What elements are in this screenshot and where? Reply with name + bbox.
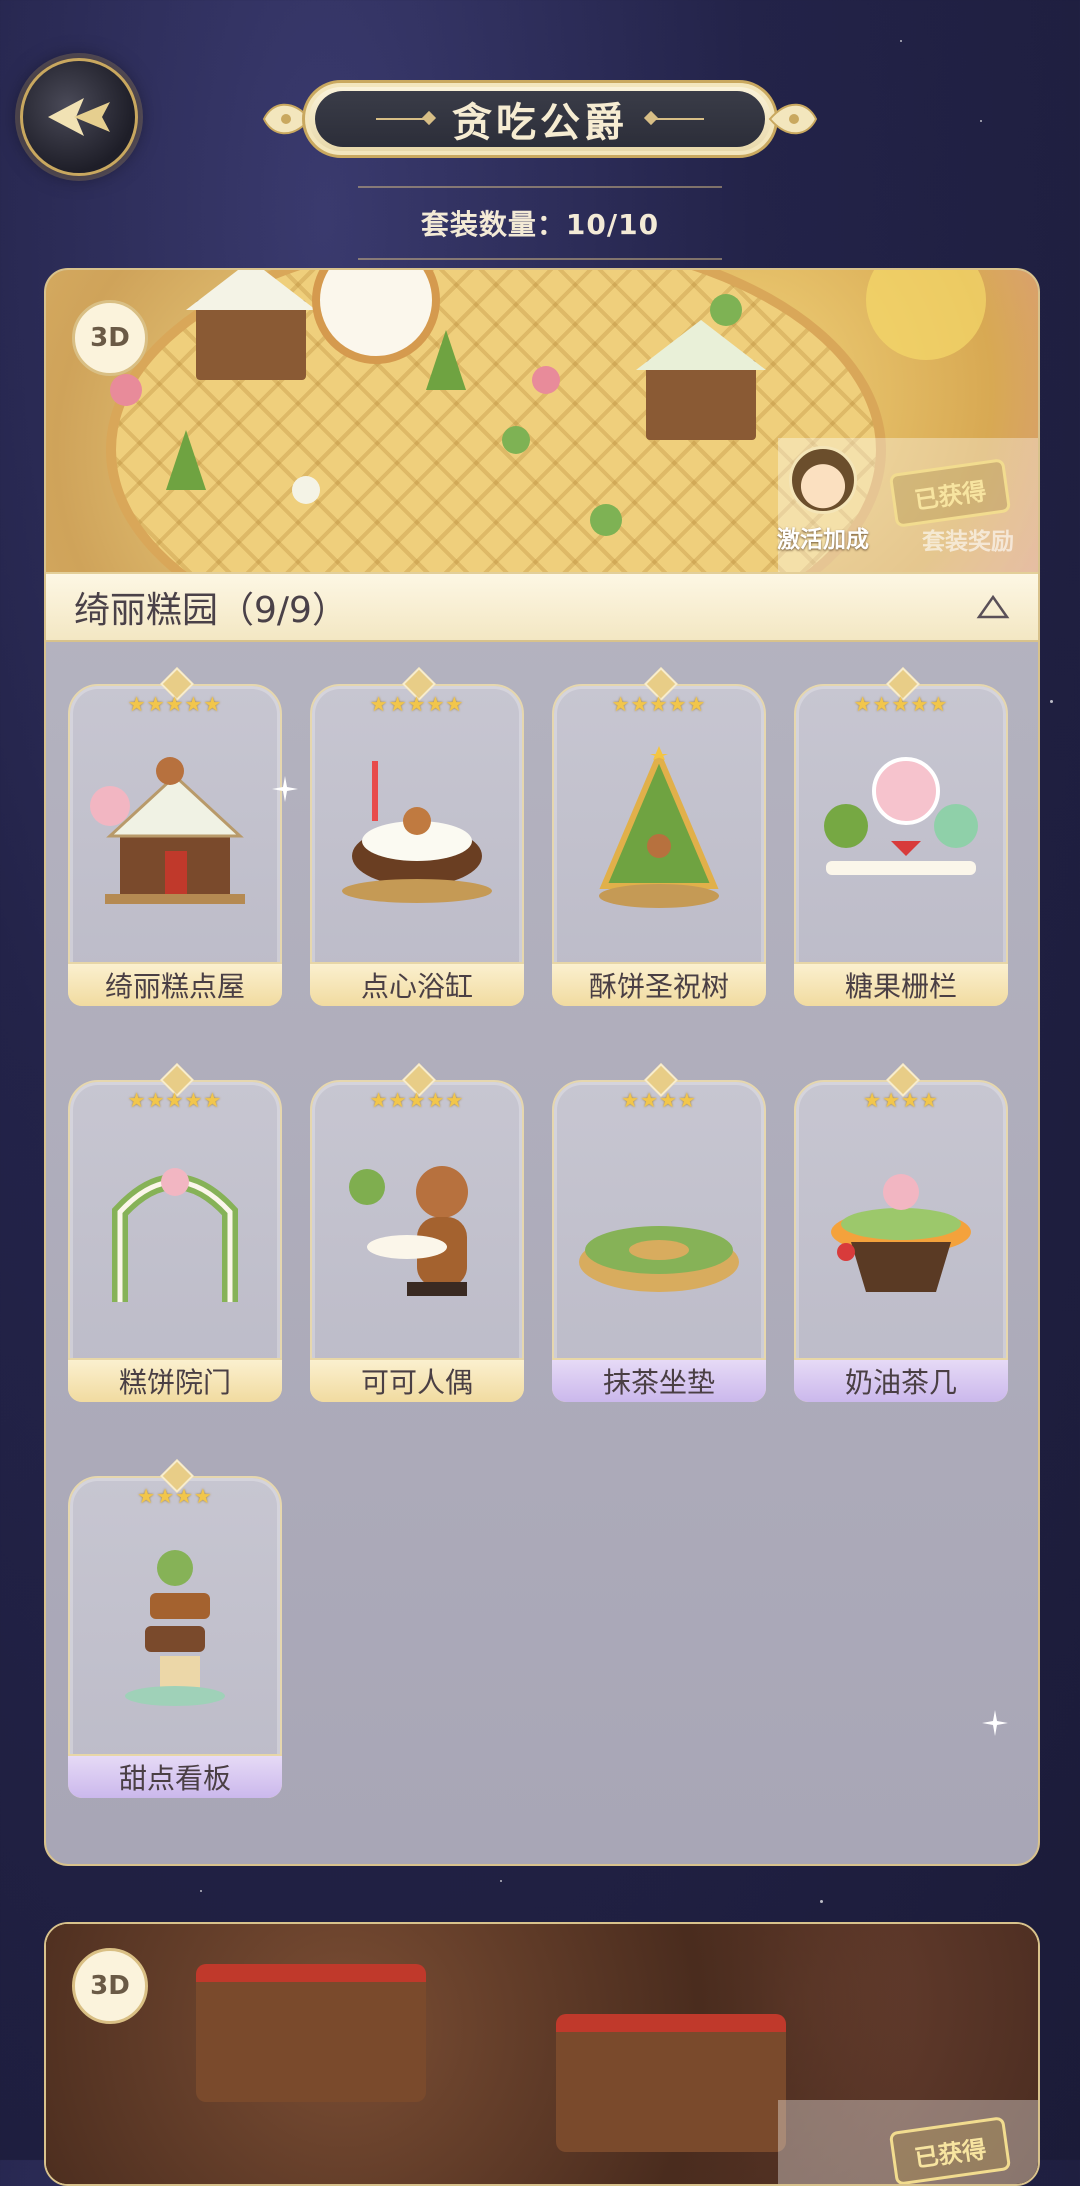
item-name: 甜点看板 bbox=[68, 1754, 282, 1798]
collapse-triangle-icon[interactable] bbox=[976, 594, 1010, 620]
sparkle-icon bbox=[272, 776, 298, 802]
matcha-cushion-icon bbox=[579, 1226, 739, 1292]
back-arrow-icon bbox=[48, 98, 110, 136]
back-button[interactable] bbox=[20, 58, 138, 176]
rating-stars: ★★★★ bbox=[621, 1088, 697, 1112]
cookie-gate-icon bbox=[112, 1168, 238, 1302]
item-name: 可可人偶 bbox=[310, 1358, 524, 1402]
page-title: 贪吃公爵 bbox=[452, 100, 628, 146]
cookie-tree-icon bbox=[599, 746, 719, 908]
item-card[interactable]: ★★★★★ 可可人偶 bbox=[310, 1062, 524, 1402]
rating-stars: ★★★★★ bbox=[127, 692, 223, 716]
set-count-text: 套装数量：10/10 bbox=[358, 186, 722, 260]
item-card[interactable]: ★★★★★ 糕饼院门 bbox=[68, 1062, 282, 1402]
rating-stars: ★★★★★ bbox=[853, 692, 949, 716]
candy-fence-icon bbox=[824, 757, 978, 875]
character-avatar-icon bbox=[789, 446, 857, 514]
gingerbread-house-icon bbox=[90, 757, 245, 904]
rating-stars: ★★★★★ bbox=[611, 692, 707, 716]
rating-stars: ★★★★ bbox=[137, 1484, 213, 1508]
item-card[interactable]: ★★★★ 甜点看板 bbox=[68, 1458, 282, 1798]
item-card[interactable]: ★★★★★ 糖果栅栏 bbox=[794, 666, 1008, 1006]
suit-name: 绮丽糕园（9/9） bbox=[74, 590, 348, 631]
item-name: 糖果栅栏 bbox=[794, 962, 1008, 1006]
item-name: 奶油茶几 bbox=[794, 1358, 1008, 1402]
item-card[interactable]: ★★★★★ 绮丽糕点屋 bbox=[68, 666, 282, 1006]
dessert-signboard-icon bbox=[125, 1550, 225, 1706]
suit-card: 3D 已获得 bbox=[44, 1922, 1040, 2186]
rating-stars: ★★★★★ bbox=[369, 1088, 465, 1112]
suit-reward-label: 套装奖励 bbox=[922, 529, 1014, 555]
cream-tea-table-icon bbox=[831, 1174, 971, 1292]
item-name: 绮丽糕点屋 bbox=[68, 962, 282, 1006]
rating-stars: ★★★★ bbox=[863, 1088, 939, 1112]
activate-bonus-button[interactable]: 激活加成 bbox=[768, 446, 878, 554]
item-card[interactable]: ★★★★ 抹茶坐垫 bbox=[552, 1062, 766, 1402]
item-name: 酥饼圣祝树 bbox=[552, 962, 766, 1006]
item-name: 抹茶坐垫 bbox=[552, 1358, 766, 1402]
rating-stars: ★★★★★ bbox=[369, 692, 465, 716]
item-grid: ★★★★★ 绮丽糕点屋 ★★★★★ 点心浴缸 ★★★★★ 酥饼圣祝树 ★★★★★… bbox=[46, 642, 1038, 1798]
item-card[interactable]: ★★★★ 奶油茶几 bbox=[794, 1062, 1008, 1402]
item-name: 点心浴缸 bbox=[310, 962, 524, 1006]
3d-view-button[interactable]: 3D bbox=[72, 300, 148, 376]
item-card[interactable]: ★★★★★ 点心浴缸 bbox=[310, 666, 524, 1006]
sparkle-icon bbox=[982, 1710, 1008, 1736]
title-banner: 贪吃公爵 bbox=[262, 80, 818, 158]
item-card[interactable]: ★★★★★ 酥饼圣祝树 bbox=[552, 666, 766, 1006]
3d-view-button[interactable]: 3D bbox=[72, 1948, 148, 2024]
suit-card: 3D 激活加成 已获得 套装奖励 绮丽糕园（9/9） ★★★★★ 绮丽糕点屋 ★… bbox=[44, 268, 1040, 1866]
suit-name-bar[interactable]: 绮丽糕园（9/9） bbox=[46, 572, 1038, 642]
item-name: 糕饼院门 bbox=[68, 1358, 282, 1402]
activate-bonus-label: 激活加成 bbox=[777, 527, 869, 553]
ornament-icon bbox=[768, 103, 818, 135]
suit-banner-image[interactable]: 3D 激活加成 已获得 套装奖励 bbox=[46, 270, 1038, 572]
dessert-bathtub-icon bbox=[342, 761, 492, 903]
cocoa-doll-icon bbox=[349, 1166, 468, 1296]
rating-stars: ★★★★★ bbox=[127, 1088, 223, 1112]
